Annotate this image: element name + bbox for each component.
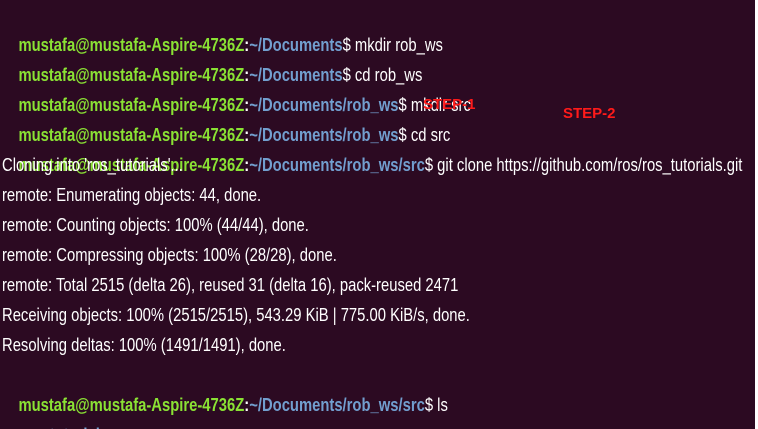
prompt-symbol: $ — [424, 154, 434, 175]
output-line: Receiving objects: 100% (2515/2515), 543… — [2, 304, 470, 325]
command-text: ls — [433, 394, 448, 415]
step-1-annotation: STEP-1 — [423, 96, 476, 113]
output-line: Resolving deltas: 100% (1491/1491), done… — [2, 334, 286, 355]
output-line: remote: Compressing objects: 100% (28/28… — [2, 244, 337, 265]
terminal-line: mustafa@mustafa-Aspire-4736Z:~/Documents… — [2, 360, 447, 415]
output-line: remote: Total 2515 (delta 26), reused 31… — [2, 274, 459, 295]
terminal-line: mustafa@mustafa-Aspire-4736Z:~/Documents… — [2, 120, 742, 175]
prompt-symbol: $ — [424, 394, 434, 415]
output-line: Cloning into 'ros_tutorials'... — [2, 154, 183, 175]
terminal-line: mustafa@mustafa-Aspire-4736Z:~/Documents… — [2, 90, 450, 145]
terminal-line: mustafa@mustafa-Aspire-4736Z:~/Documents… — [2, 60, 470, 115]
terminal-line: mustafa@mustafa-Aspire-4736Z:~/Documents… — [2, 0, 442, 55]
prompt-path: ~/Documents/rob_ws/src — [249, 394, 425, 415]
directory-listing: ros_tutorials — [2, 390, 108, 429]
prompt-path: ~/Documents/rob_ws/src — [249, 154, 425, 175]
terminal-line: mustafa@mustafa-Aspire-4736Z:~/Documents… — [2, 30, 422, 85]
terminal-window[interactable]: mustafa@mustafa-Aspire-4736Z:~/Documents… — [0, 0, 755, 429]
directory-name: ros_tutorials — [18, 424, 108, 429]
output-line: remote: Enumerating objects: 44, done. — [2, 184, 262, 205]
command-text: git clone https://github.com/ros/ros_tut… — [433, 154, 743, 175]
step-2-annotation: STEP-2 — [563, 105, 616, 122]
output-line: remote: Counting objects: 100% (44/44), … — [2, 214, 309, 235]
